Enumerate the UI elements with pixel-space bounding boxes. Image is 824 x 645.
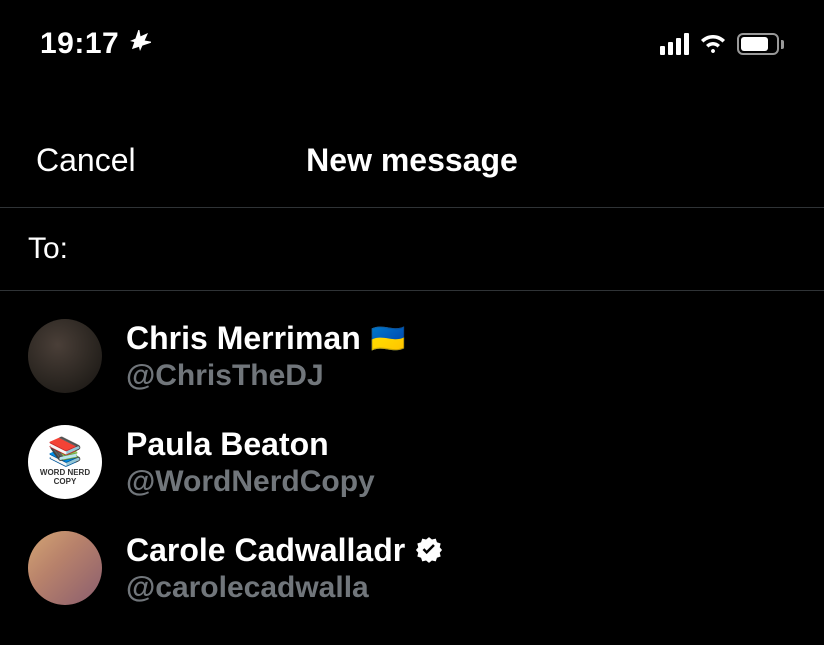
user-info: Chris Merriman 🇺🇦 @ChrisTheDJ [126,320,406,393]
user-name-text: Paula Beaton [126,426,329,463]
user-handle: @ChrisTheDJ [126,359,406,393]
status-bar: 19:17 [0,0,824,80]
recipient-input[interactable] [80,233,796,265]
user-name-text: Chris Merriman [126,320,361,357]
cellular-signal-icon [660,33,689,55]
suggestion-list: Chris Merriman 🇺🇦 @ChrisTheDJ 📚 WORD NER… [0,291,824,633]
cancel-button[interactable]: Cancel [36,142,136,179]
wifi-icon [699,33,727,55]
status-left: 19:17 [40,27,151,61]
user-handle: @WordNerdCopy [126,465,375,499]
verified-badge-icon [415,536,443,564]
user-display-name: Chris Merriman 🇺🇦 [126,320,406,357]
user-suggestion[interactable]: Chris Merriman 🇺🇦 @ChrisTheDJ [0,303,824,409]
status-right [660,33,784,55]
to-label: To: [28,232,68,266]
user-display-name: Paula Beaton [126,426,375,463]
battery-icon [737,33,784,55]
user-name-text: Carole Cadwalladr [126,532,405,569]
recipient-row[interactable]: To: [0,208,824,291]
avatar [28,531,102,605]
user-suggestion[interactable]: Carole Cadwalladr @carolecadwalla [0,515,824,621]
avatar [28,319,102,393]
location-icon [127,30,151,59]
avatar: 📚 WORD NERD COPY [28,425,102,499]
avatar-text: WORD NERD COPY [28,468,102,486]
user-suggestion[interactable]: 📚 WORD NERD COPY Paula Beaton @WordNerdC… [0,409,824,515]
user-handle: @carolecadwalla [126,571,443,605]
modal-title: New message [306,142,518,179]
new-message-modal: Cancel New message To: Chris Merriman 🇺🇦… [0,110,824,633]
user-info: Carole Cadwalladr @carolecadwalla [126,532,443,605]
flag-emoji: 🇺🇦 [371,322,406,355]
status-time: 19:17 [40,27,119,61]
modal-header: Cancel New message [0,110,824,208]
user-info: Paula Beaton @WordNerdCopy [126,426,375,499]
user-display-name: Carole Cadwalladr [126,532,443,569]
